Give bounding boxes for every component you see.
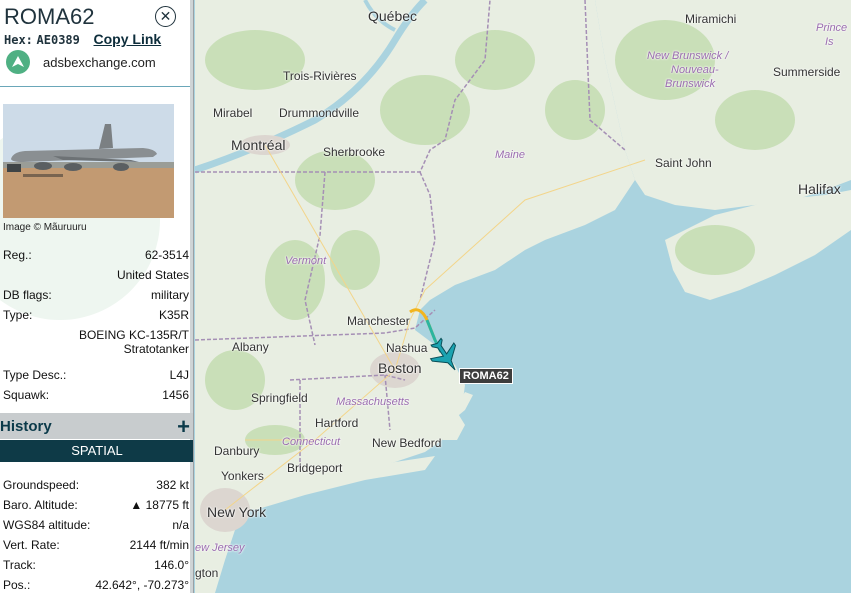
- spatial-label: Baro. Altitude:: [3, 498, 78, 512]
- hex-value: AE0389: [36, 33, 80, 47]
- spatial-value: ▲ 18775 ft: [130, 498, 189, 512]
- map-label-nb-1: New Brunswick /: [647, 50, 729, 62]
- copy-link-button[interactable]: Copy Link: [94, 31, 162, 47]
- spatial-section-header[interactable]: SPATIAL: [0, 440, 193, 462]
- map-label-halifax: Halifax: [798, 181, 841, 197]
- map-label-connecticut: Connecticut: [282, 436, 341, 448]
- close-icon: ✕: [159, 8, 172, 24]
- detail-value: military: [151, 288, 189, 302]
- site-link[interactable]: adsbexchange.com: [43, 55, 156, 70]
- spatial-value: 42.642°, -70.273°: [95, 578, 189, 592]
- detail-value: 62-3514: [144, 248, 189, 262]
- map-label-drummondville: Drummondville: [279, 106, 360, 120]
- map-label-nb-2: Nouveau-: [671, 64, 719, 76]
- spatial-value: 146.0°: [154, 558, 189, 572]
- detail-label: Type:: [3, 308, 33, 322]
- expand-plus-icon[interactable]: +: [177, 414, 190, 440]
- divider: [0, 86, 190, 87]
- map-label-sherbrooke: Sherbrooke: [323, 145, 386, 159]
- map-label-yonkers: Yonkers: [221, 469, 264, 483]
- hex-line: Hex: AE0389 Copy Link: [4, 31, 161, 47]
- detail-label: Reg.:: [3, 248, 32, 262]
- spatial-label: Vert. Rate:: [3, 538, 60, 552]
- map-label-nb-3: Brunswick: [665, 78, 716, 90]
- detail-value: K35R: [158, 308, 189, 322]
- spatial-label: Pos.:: [3, 578, 31, 592]
- adsbexchange-logo-icon: [6, 50, 30, 74]
- history-title: History: [0, 417, 52, 435]
- detail-value: 1456: [162, 388, 189, 402]
- map-label-miramichi: Miramichi: [685, 12, 737, 26]
- map-label-boston: Boston: [378, 360, 422, 376]
- map-label-maine: Maine: [495, 149, 525, 161]
- callsign-title: ROMA62: [4, 4, 95, 29]
- map-label-new-bedford: New Bedford: [372, 436, 442, 450]
- map-label-hartford: Hartford: [315, 416, 359, 430]
- map-label-summerside: Summerside: [773, 65, 841, 79]
- spatial-label: WGS84 altitude:: [3, 518, 91, 532]
- map-label-nashua: Nashua: [386, 341, 428, 355]
- aircraft-info-panel: ROMA62 ✕ Hex: AE0389 Copy Link adsbexcha…: [0, 0, 194, 593]
- map-label-albany: Albany: [232, 340, 269, 354]
- close-button[interactable]: ✕: [155, 6, 176, 27]
- map-label-quebec: Québec: [368, 8, 418, 24]
- history-section-header[interactable]: History +: [0, 413, 193, 440]
- hex-label: Hex:: [4, 33, 33, 47]
- map-label-massachusetts: Massachusetts: [336, 396, 410, 408]
- map-label-new-york: New York: [207, 504, 267, 520]
- map-label-danbury: Danbury: [214, 444, 260, 458]
- spatial-value: 2144 ft/min: [129, 538, 189, 552]
- sidebar-scrollbar[interactable]: [190, 0, 193, 593]
- map-label-springfield: Springfield: [251, 391, 308, 405]
- aircraft-photo[interactable]: [3, 104, 174, 218]
- detail-label: Squawk:: [3, 388, 50, 402]
- map-label-prince: Prince: [816, 22, 848, 34]
- map-label-arlington: gton: [195, 566, 219, 580]
- map-label-montreal: Montréal: [231, 137, 286, 153]
- aircraft-callsign-label[interactable]: ROMA62: [459, 368, 513, 384]
- map-label-bridgeport: Bridgeport: [287, 461, 343, 475]
- spatial-label: Groundspeed:: [3, 478, 80, 492]
- map-label-vermont: Vermont: [285, 255, 327, 267]
- detail-value: L4J: [169, 368, 189, 382]
- detail-label: DB flags:: [3, 288, 52, 302]
- map-canvas[interactable]: [195, 0, 851, 593]
- map-label-trois-rivieres: Trois-Rivières: [283, 69, 357, 83]
- adsbexchange-link[interactable]: adsbexchange.com: [6, 50, 156, 74]
- map-label-is: Is: [825, 36, 834, 48]
- map-label-manchester: Manchester: [347, 314, 410, 328]
- detail-label: Type Desc.:: [3, 368, 67, 382]
- map-label-mirabel: Mirabel: [213, 106, 253, 120]
- map-view[interactable]: Québec Miramichi Prince Is New Brunswick…: [195, 0, 851, 593]
- image-credit: Image © Mãuruuru: [3, 222, 87, 233]
- detail-value: United States: [116, 268, 189, 282]
- spatial-value: 382 kt: [156, 478, 189, 492]
- detail-value: Stratotanker: [123, 342, 189, 356]
- map-label-saint-john: Saint John: [655, 156, 712, 170]
- detail-value: BOEING KC-135R/T: [78, 328, 189, 342]
- map-label-new-jersey: ew Jersey: [195, 542, 245, 554]
- spatial-value: n/a: [172, 518, 189, 532]
- spatial-label: Track:: [3, 558, 36, 572]
